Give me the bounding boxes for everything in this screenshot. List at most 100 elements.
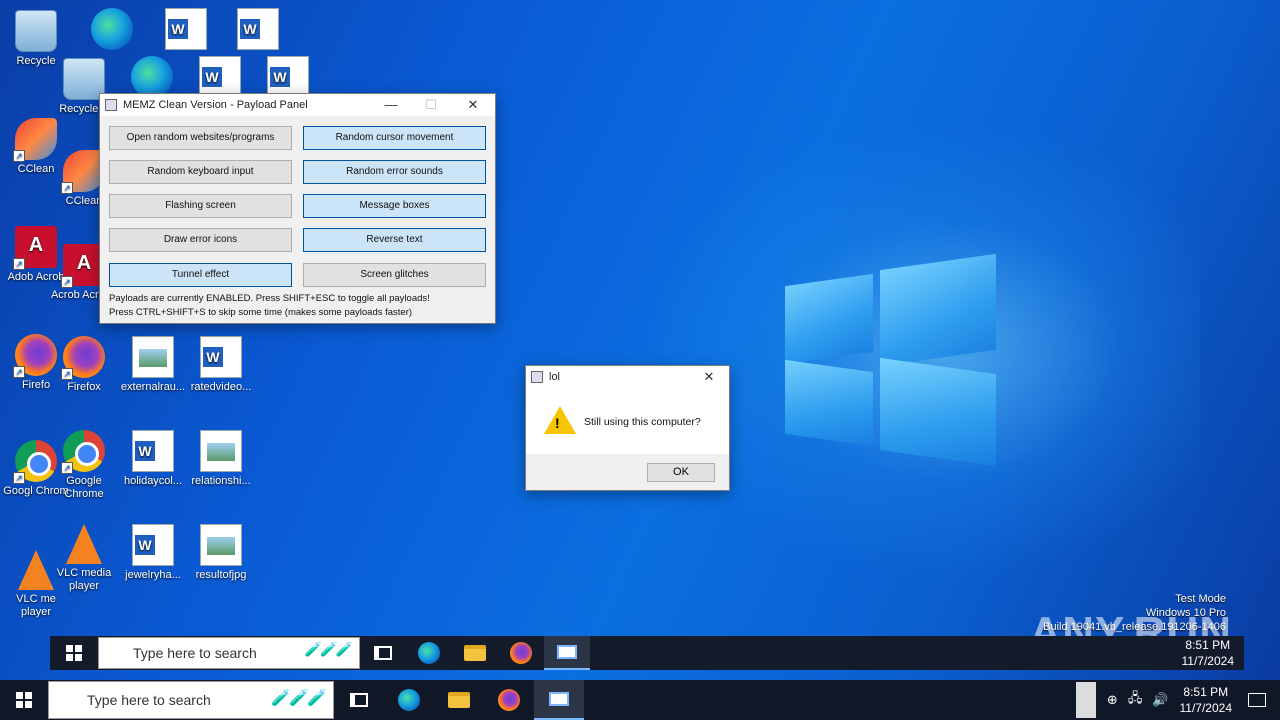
- search-highlight-icon: 🧪🧪🧪: [304, 641, 353, 657]
- tray-overflow-bar: [1075, 682, 1096, 718]
- windows-logo-icon: [66, 645, 82, 661]
- payload-message-boxes-button[interactable]: Message boxes: [303, 194, 486, 218]
- taskbar: Type here to search 🧪🧪🧪 ⊕ 🖧 🔊 8:51 PM 11…: [0, 680, 1280, 720]
- shortcut-arrow-icon: ↗: [13, 150, 25, 162]
- payload-error-icons-button[interactable]: Draw error icons: [109, 228, 292, 252]
- image-file-icon: [200, 430, 242, 472]
- search-placeholder: Type here to search: [133, 645, 257, 661]
- status-text: Payloads are currently ENABLED. Press SH…: [109, 293, 430, 304]
- payload-reverse-text-button[interactable]: Reverse text: [303, 228, 486, 252]
- clock[interactable]: 8:51 PM 11/7/2024: [1180, 684, 1233, 716]
- desktop-icon[interactable]: ratedvideo...: [185, 336, 257, 394]
- shortcut-arrow-icon: ↗: [61, 368, 73, 380]
- taskbar-edge[interactable]: [406, 636, 452, 670]
- edge-icon: [398, 689, 420, 711]
- title-bar[interactable]: lol ✕: [526, 366, 729, 388]
- firefox-icon: [510, 642, 532, 664]
- window-title: MEMZ Clean Version - Payload Panel: [123, 99, 308, 111]
- start-button[interactable]: [0, 680, 48, 720]
- payload-tunnel-effect-button[interactable]: Tunnel effect: [109, 263, 292, 287]
- title-bar[interactable]: MEMZ Clean Version - Payload Panel — ☐ ✕: [100, 94, 495, 116]
- ok-button[interactable]: OK: [647, 463, 715, 482]
- desktop-icon[interactable]: jewelryha...: [117, 524, 189, 582]
- search-box[interactable]: Type here to search 🧪🧪🧪: [48, 681, 334, 719]
- word-document-icon: [132, 524, 174, 566]
- desktop-icon[interactable]: [76, 8, 148, 53]
- firefox-icon: ↗: [61, 336, 105, 380]
- wallpaper-logo-pane: [880, 357, 996, 467]
- wallpaper-logo-pane: [880, 253, 996, 367]
- taskbar-edge[interactable]: [384, 680, 434, 720]
- desktop-icon[interactable]: holidaycol...: [117, 430, 189, 488]
- windows-logo-icon: [16, 692, 32, 708]
- desktop-icon[interactable]: [150, 8, 222, 53]
- chrome-icon: ↗: [61, 430, 105, 474]
- clock-time: 8:51 PM: [1183, 685, 1229, 699]
- word-document-icon: [200, 336, 242, 378]
- word-document-icon: [237, 8, 279, 50]
- meet-now-icon[interactable]: ⊕: [1107, 692, 1118, 708]
- system-tray: 8:51 PM 11/7/2024: [1176, 636, 1245, 670]
- app-icon: [531, 371, 543, 383]
- window-title: lol: [549, 371, 561, 383]
- notifications-icon[interactable]: [1248, 693, 1266, 707]
- folder-icon: [448, 692, 470, 708]
- payload-error-sounds-button[interactable]: Random error sounds: [303, 160, 486, 184]
- message-body: ! Still using this computer?: [526, 388, 729, 454]
- shortcut-arrow-icon: ↗: [13, 366, 25, 378]
- taskbar-firefox[interactable]: [484, 680, 534, 720]
- desktop-icon[interactable]: ↗ Firefox: [48, 336, 120, 394]
- taskbar-memz[interactable]: [544, 636, 590, 670]
- wallpaper-logo-pane: [785, 273, 873, 365]
- word-document-icon: [267, 56, 309, 98]
- taskbar-file-explorer[interactable]: [452, 636, 498, 670]
- close-button[interactable]: ✕: [453, 94, 493, 116]
- edge-icon: [91, 8, 133, 50]
- taskbar-memz[interactable]: [534, 680, 584, 720]
- desktop-icon[interactable]: externalrau...: [117, 336, 189, 394]
- clock[interactable]: 8:51 PM 11/7/2024: [1182, 637, 1235, 669]
- maximize-button[interactable]: ☐: [411, 94, 451, 116]
- image-file-icon: [132, 336, 174, 378]
- task-view-icon: [374, 646, 392, 660]
- message-text: Still using this computer?: [584, 416, 701, 428]
- minimize-button[interactable]: —: [371, 94, 411, 116]
- warning-icon: [544, 406, 576, 434]
- watermark-line: Test Mode: [1175, 593, 1226, 605]
- clock-date: 11/7/2024: [1179, 701, 1233, 715]
- payload-keyboard-input-button[interactable]: Random keyboard input: [109, 160, 292, 184]
- image-file-icon: [200, 524, 242, 566]
- desktop-icon[interactable]: relationshi...: [185, 430, 257, 488]
- network-icon[interactable]: 🖧: [1128, 689, 1143, 711]
- warning-exclamation: !: [555, 415, 560, 431]
- message-box-window: lol ✕ ! Still using this computer? OK: [525, 365, 730, 491]
- word-document-icon: [132, 430, 174, 472]
- folder-icon: [464, 645, 486, 661]
- shortcut-arrow-icon: ↗: [13, 258, 25, 270]
- desktop-icon[interactable]: resultofjpg: [185, 524, 257, 582]
- search-box[interactable]: Type here to search 🧪🧪🧪: [98, 637, 360, 669]
- start-button[interactable]: [50, 636, 98, 670]
- taskbar-file-explorer[interactable]: [434, 680, 484, 720]
- taskbar-firefox[interactable]: [498, 636, 544, 670]
- shortcut-arrow-icon: ↗: [61, 182, 73, 194]
- payload-flashing-screen-button[interactable]: Flashing screen: [109, 194, 292, 218]
- search-placeholder: Type here to search: [87, 692, 211, 708]
- hint-text: Press CTRL+SHIFT+S to skip some time (ma…: [109, 307, 413, 318]
- task-view-button[interactable]: [334, 680, 384, 720]
- payload-screen-glitches-button[interactable]: Screen glitches: [303, 263, 486, 287]
- payload-cursor-movement-button[interactable]: Random cursor movement: [303, 126, 486, 150]
- payload-open-websites-button[interactable]: Open random websites/programs: [109, 126, 292, 150]
- task-view-button[interactable]: [360, 636, 406, 670]
- shortcut-arrow-icon: ↗: [61, 276, 73, 288]
- close-button[interactable]: ✕: [689, 366, 729, 388]
- volume-icon[interactable]: 🔊: [1152, 692, 1168, 708]
- word-document-icon: [199, 56, 241, 98]
- search-highlight-icon: 🧪🧪🧪: [271, 690, 327, 707]
- word-document-icon: [165, 8, 207, 50]
- shortcut-arrow-icon: ↗: [61, 462, 73, 474]
- desktop-icon[interactable]: VLC media player: [48, 524, 120, 593]
- desktop-icon[interactable]: [222, 8, 294, 53]
- desktop-icon[interactable]: ↗ Google Chrome: [48, 430, 120, 501]
- task-view-icon: [350, 693, 368, 707]
